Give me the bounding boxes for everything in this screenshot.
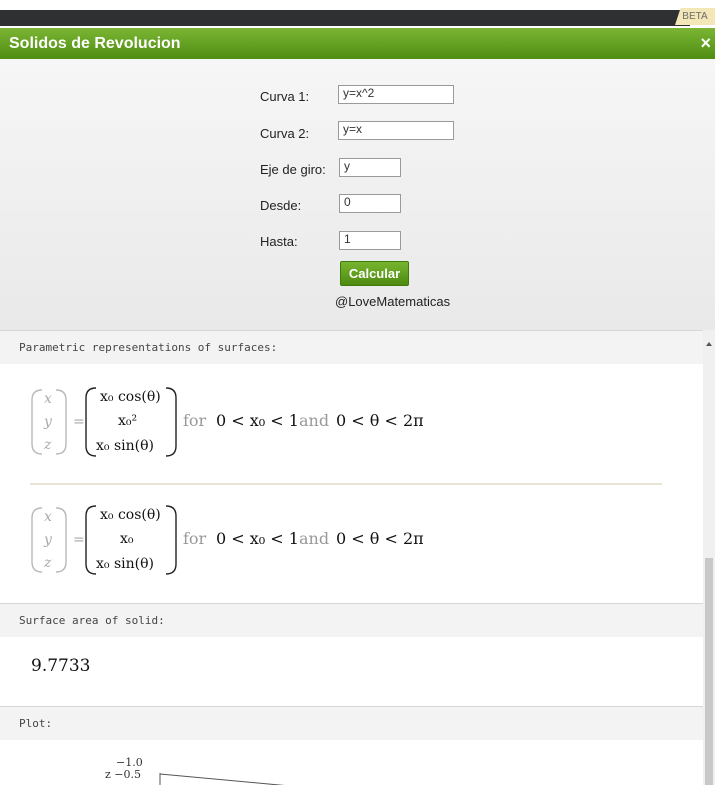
curva1-input[interactable]: y=x^2 [338,85,454,104]
window-titlebar: Solidos de Revolucion × [0,28,715,59]
close-icon[interactable]: × [700,28,711,59]
param-pod-title: Parametric representations of surfaces: [0,330,703,364]
var-z: z [43,437,52,453]
and-text: and [299,411,329,430]
hasta-input[interactable]: 1 [339,231,401,250]
and-text: and [299,529,329,548]
param-1-row-2: x₀² [118,413,137,429]
beta-badge: BETA [675,8,715,25]
param-1-cond: 0 < x₀ < 1 [216,411,299,430]
results-scrollbar[interactable] [703,330,715,785]
var-y: y [43,414,53,430]
curva2-input[interactable]: y=x [338,121,454,140]
for-text: for [183,529,207,548]
for-text: for [183,411,207,430]
area-pod-title: Surface area of solid: [0,603,703,637]
scroll-up-arrow-icon[interactable] [706,342,712,346]
param-2-cond2: 0 < θ < 2π [336,529,424,548]
param-1-formula: x y z = x₀ cos(θ) x₀² x₀ sin(θ) for 0 < … [31,387,424,457]
plot-preview: −1.0 z −0.5 [105,756,285,785]
equals-sign: = [73,414,85,430]
desde-input[interactable]: 0 [339,194,401,213]
dark-strip [0,10,690,26]
param-1-row-3: x₀ sin(θ) [96,438,154,454]
param-2-row-3: x₀ sin(θ) [96,556,154,572]
var-x: x [44,391,52,407]
formula-divider [30,483,662,485]
param-1-row-1: x₀ cos(θ) [100,389,161,405]
param-2-row-2: x₀ [120,531,134,547]
param-2-row-1: x₀ cos(θ) [100,507,161,523]
desde-label: Desde: [260,198,302,213]
plot-pod-title: Plot: [0,706,703,740]
param-2-formula: x y z = x₀ cos(θ) x₀ x₀ sin(θ) for 0 < x… [31,505,424,575]
hasta-label: Hasta: [260,234,298,249]
var-x: x [44,509,52,525]
input-form: Curva 1: y=x^2 Curva 2: y=x Eje de giro:… [0,59,715,330]
var-z: z [43,555,52,571]
curva1-label: Curva 1: [260,89,310,104]
equals-sign: = [73,532,85,548]
credit-text: @LoveMatematicas [335,294,451,309]
plot-tick-2: z −0.5 [105,768,141,781]
curva2-label: Curva 2: [260,126,310,141]
window-title: Solidos de Revolucion [9,35,181,52]
scroll-thumb[interactable] [705,558,713,785]
calcular-button[interactable]: Calcular [340,261,409,286]
eje-input[interactable]: y [339,158,401,177]
param-1-cond2: 0 < θ < 2π [336,411,424,430]
area-value: 9.7733 [31,656,91,676]
top-bar: BETA [0,0,715,28]
results-panel: Parametric representations of surfaces: … [0,330,703,785]
param-2-cond: 0 < x₀ < 1 [216,529,299,548]
eje-label: Eje de giro: [260,162,326,177]
var-y: y [43,532,53,548]
